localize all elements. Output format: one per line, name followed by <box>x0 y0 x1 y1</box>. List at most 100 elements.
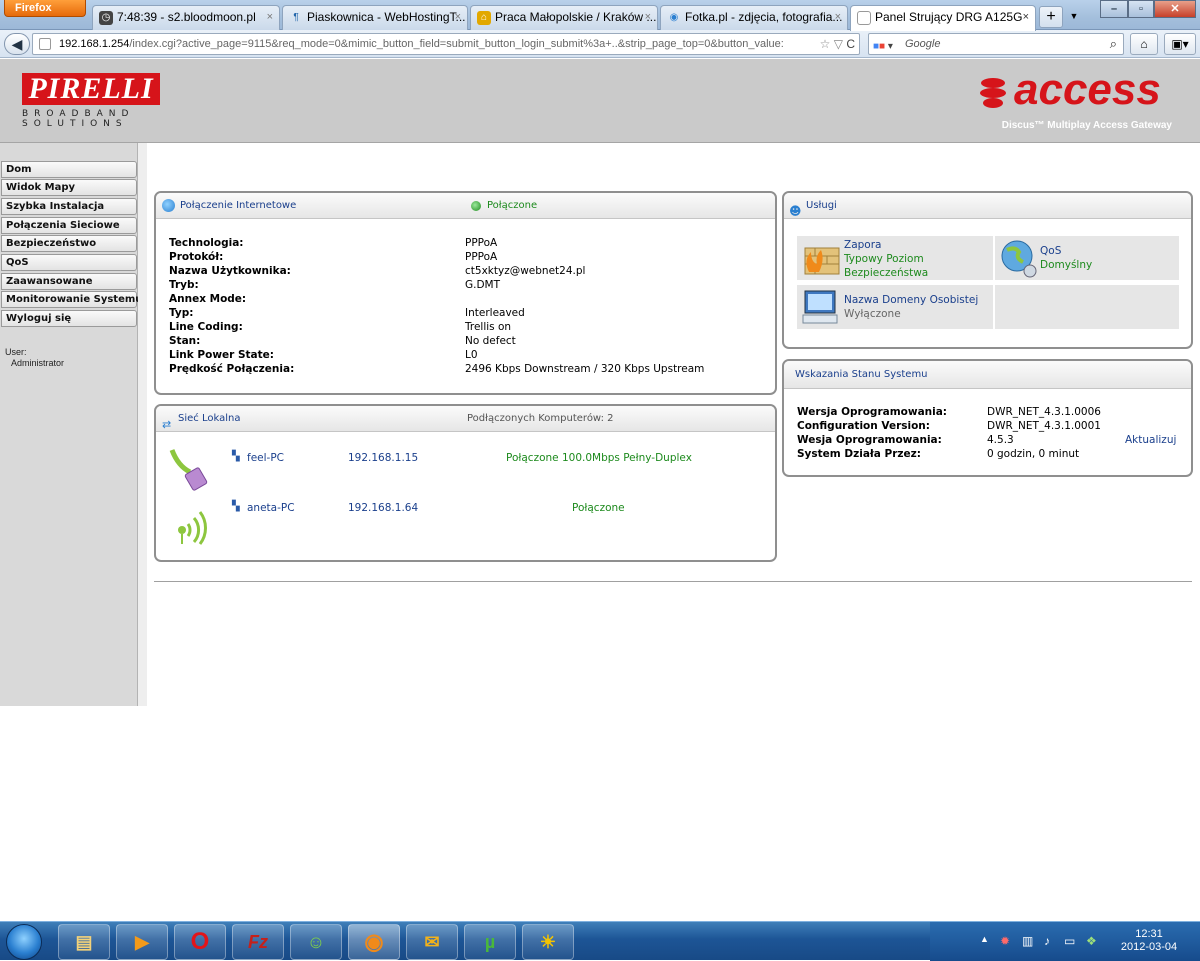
service-status: Domyślny <box>1040 259 1093 271</box>
close-icon[interactable]: × <box>267 6 273 28</box>
sidebar-item-qos[interactable]: QoS <box>1 254 137 271</box>
tray-arrow-icon[interactable]: ▲ <box>980 934 989 944</box>
dropdown-icon[interactable]: ▽ <box>834 37 843 51</box>
panel-title[interactable]: Usługi <box>806 193 837 219</box>
network-icon: ⇄ <box>162 418 172 431</box>
tab-piaskownica[interactable]: ¶ Piaskownica - WebHostingT... × <box>282 5 468 30</box>
update-link[interactable]: Aktualizuj <box>1125 433 1176 447</box>
service-name[interactable]: QoS <box>1040 244 1061 258</box>
panel-title[interactable]: Sieć Lokalna <box>178 406 240 432</box>
close-icon[interactable]: × <box>1023 6 1029 28</box>
panel-header: Wskazania Stanu Systemu <box>784 361 1191 389</box>
outlook-icon[interactable]: ✉ <box>406 924 458 960</box>
pirelli-logo: PIRELLI <box>22 73 160 105</box>
device-name[interactable]: aneta-PC <box>247 501 295 515</box>
sidebar-item-dom[interactable]: Dom <box>1 161 137 178</box>
media-player-icon[interactable]: ▶ <box>116 924 168 960</box>
menu-icon[interactable]: ▣▾ <box>1164 33 1196 55</box>
url-host: 192.168.1.254 <box>59 38 130 50</box>
access-logo: access <box>1014 65 1161 114</box>
qos-globe-icon <box>1001 240 1037 278</box>
new-tab-button[interactable]: + <box>1039 6 1063 28</box>
service-qos[interactable]: QoS Domyślny <box>994 235 1180 281</box>
volume-icon[interactable]: ♪ <box>1044 934 1050 948</box>
bookmark-star-icon[interactable]: ☆ <box>820 37 831 51</box>
router-header: PIRELLI BROADBAND SOLUTIONS access Discu… <box>0 59 1200 143</box>
system-value: DWR_NET_4.3.1.0001 <box>987 420 1101 432</box>
panel-header: ⇄ Sieć Lokalna Podłączonych Komputerów: … <box>156 406 775 432</box>
tab-bloodmoon[interactable]: ◷ 7:48:39 - s2.bloodmoon.pl × <box>92 5 280 30</box>
tab-label: Fotka.pl - zdjęcia, fotografia... <box>685 10 843 24</box>
battery-icon[interactable]: ▭ <box>1064 934 1075 948</box>
search-placeholder: Google <box>905 38 941 50</box>
detail-key: Protokół: <box>169 251 224 263</box>
panel-title[interactable]: Wskazania Stanu Systemu <box>795 361 928 389</box>
sidebar-item-widok-mapy[interactable]: Widok Mapy <box>1 179 137 196</box>
system-status-panel: Wskazania Stanu Systemu Wersja Oprogramo… <box>782 359 1193 477</box>
detail-value: PPPoA <box>465 237 498 249</box>
url-bar[interactable]: 192.168.1.254/index.cgi?active_page=9115… <box>32 33 860 55</box>
opera-icon[interactable]: O <box>174 924 226 960</box>
clock-icon: ◷ <box>99 11 113 25</box>
url-actions: ☆ ▽ C <box>815 34 855 54</box>
firefox-icon[interactable]: ◉ <box>348 924 400 960</box>
tab-panel-active[interactable]: Panel Strujący DRG A125G × <box>850 5 1036 31</box>
sidebar-item-zaawansowane[interactable]: Zaawansowane <box>1 273 137 290</box>
service-empty-slot <box>994 284 1180 330</box>
service-status: Wyłączone <box>844 308 901 320</box>
user-icon: ☻ <box>789 204 802 218</box>
tab-fotka[interactable]: ◉ Fotka.pl - zdjęcia, fotografia... × <box>660 5 848 30</box>
filezilla-icon[interactable]: Fz <box>232 924 284 960</box>
network-icon[interactable]: ▥ <box>1022 934 1033 948</box>
sidebar-item-monitorowanie-systemu[interactable]: Monitorowanie Systemu <box>1 291 142 308</box>
firefox-menu-button[interactable]: Firefox <box>4 0 86 17</box>
detail-key: Tryb: <box>169 279 199 291</box>
tab-praca[interactable]: ⌂ Praca Małopolskie / Kraków ... × <box>470 5 658 30</box>
dropbox-icon[interactable]: ❖ <box>1086 934 1097 948</box>
service-name[interactable]: Nazwa Domeny Osobistej <box>844 293 978 307</box>
search-input[interactable]: ■■ ▾ Google ⌕ <box>868 33 1124 55</box>
close-window-button[interactable]: ✕ <box>1154 0 1196 18</box>
reload-icon[interactable]: C <box>846 37 855 51</box>
maximize-button[interactable]: ▫ <box>1128 0 1154 18</box>
start-button[interactable] <box>6 924 42 960</box>
google-icon: ■■ ▾ <box>873 41 893 52</box>
sidebar-item-wyloguj[interactable]: Wyloguj się <box>1 310 137 327</box>
search-icon[interactable]: ⌕ <box>1110 34 1117 54</box>
tab-label: 7:48:39 - s2.bloodmoon.pl <box>117 10 256 24</box>
device-name[interactable]: feel-PC <box>247 451 284 465</box>
panel-title[interactable]: Połączenie Internetowe <box>180 193 296 219</box>
page-icon <box>39 38 51 50</box>
sidebar-item-szybka-instalacja[interactable]: Szybka Instalacja <box>1 198 137 215</box>
sidebar: Dom Widok Mapy Szybka Instalacja Połącze… <box>0 143 142 706</box>
tab-list-icon[interactable]: ▼ <box>1066 6 1082 28</box>
close-icon[interactable]: × <box>645 6 651 28</box>
service-firewall[interactable]: Zapora Typowy Poziom Bezpieczeństwa <box>796 235 994 281</box>
detail-key: Technologia: <box>169 237 244 249</box>
home-icon[interactable]: ⌂ <box>1130 33 1158 55</box>
connected-computers-count: Podłączonych Komputerów: 2 <box>467 413 614 424</box>
system-key: Configuration Version: <box>797 420 930 432</box>
tray-app-icon[interactable]: ✹ <box>1000 934 1010 948</box>
device-ip: 192.168.1.64 <box>348 502 419 514</box>
url-path: /index.cgi?active_page=9115&req_mode=0&m… <box>129 38 784 50</box>
sun-app-icon[interactable]: ☀ <box>522 924 574 960</box>
sidebar-item-polaczenia-sieciowe[interactable]: Połączenia Sieciowe <box>1 217 137 234</box>
wireless-icon <box>178 511 207 545</box>
device-status: Połączone <box>572 502 625 514</box>
minimize-button[interactable]: – <box>1100 0 1128 18</box>
sidebar-item-bezpieczenstwo[interactable]: Bezpieczeństwo <box>1 235 137 252</box>
sidebar-gutter <box>138 143 147 706</box>
local-network-panel: ⇄ Sieć Lokalna Podłączonych Komputerów: … <box>154 404 777 562</box>
close-icon[interactable]: × <box>455 6 461 28</box>
utorrent-icon[interactable]: µ <box>464 924 516 960</box>
service-personal-domain[interactable]: Nazwa Domeny Osobistej Wyłączone <box>796 284 994 330</box>
windows-taskbar: ▤ ▶ O Fz ☺ ◉ ✉ µ ☀ ▲ ✹ ▥ ♪ ▭ ❖ 12:31 201… <box>0 921 1200 961</box>
gadu-gadu-icon[interactable]: ☺ <box>290 924 342 960</box>
back-button[interactable]: ◀ <box>4 33 30 55</box>
service-name[interactable]: Zapora <box>844 238 881 252</box>
clock[interactable]: 12:31 2012-03-04 <box>1118 928 1180 954</box>
page-icon <box>857 11 871 25</box>
explorer-icon[interactable]: ▤ <box>58 924 110 960</box>
close-icon[interactable]: × <box>835 6 841 28</box>
